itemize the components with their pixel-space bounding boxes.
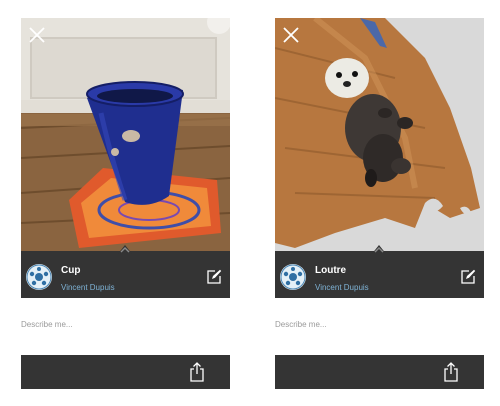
model-title: Loutre [315,265,347,276]
close-icon[interactable] [27,25,47,45]
description-field[interactable]: Describe me... [275,320,484,329]
chevron-up-icon[interactable] [117,243,133,255]
model-title: Cup [61,265,81,276]
close-icon[interactable] [281,25,301,45]
avatar[interactable] [280,264,306,290]
author-link[interactable]: Vincent Dupuis [315,283,369,292]
model-card-loutre: Loutre Vincent Dupuis Describe me... [275,18,484,389]
model-card-cup: Cup Vincent Dupuis Describe me... [21,18,230,389]
avatar[interactable] [26,264,52,290]
edit-icon[interactable] [460,269,476,285]
share-icon[interactable] [189,362,205,382]
share-bar [21,355,230,389]
author-link[interactable]: Vincent Dupuis [61,283,115,292]
model-preview-loutre[interactable] [275,18,484,251]
share-icon[interactable] [443,362,459,382]
share-bar [275,355,484,389]
model-info-bar: Cup Vincent Dupuis [21,245,230,298]
edit-icon[interactable] [206,269,222,285]
description-field[interactable]: Describe me... [21,320,230,329]
model-preview-cup[interactable] [21,18,230,251]
model-info-bar: Loutre Vincent Dupuis [275,245,484,298]
chevron-up-icon[interactable] [371,243,387,255]
